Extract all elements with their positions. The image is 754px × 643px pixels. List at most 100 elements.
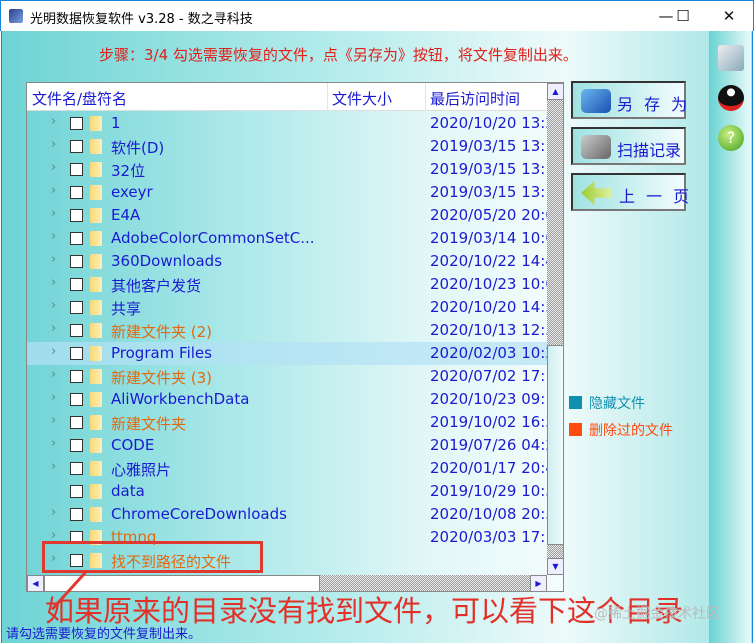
- star-icon: [581, 89, 611, 113]
- scroll-left-button[interactable]: ◀: [27, 575, 44, 591]
- expand-chevron-icon[interactable]: ›: [51, 275, 56, 290]
- main-panel: 步骤：3/4 勾选需要恢复的文件，点《另存为》按钮，将文件复制出来。 文件名/盘…: [1, 31, 753, 643]
- row-checkbox[interactable]: [70, 439, 83, 452]
- row-checkbox[interactable]: [70, 324, 83, 337]
- row-checkbox[interactable]: [70, 370, 83, 383]
- row-checkbox[interactable]: [70, 508, 83, 521]
- file-time: 2020/10/20 13:2: [430, 114, 547, 132]
- save-as-button[interactable]: 另 存 为: [571, 81, 687, 119]
- row-checkbox[interactable]: [70, 462, 83, 475]
- file-name: ChromeCoreDownloads: [111, 505, 287, 523]
- row-checkbox[interactable]: [70, 416, 83, 429]
- file-time: 2020/10/08 20:5: [430, 505, 547, 523]
- row-checkbox[interactable]: [70, 301, 83, 314]
- row-checkbox[interactable]: [70, 485, 83, 498]
- settings-icon[interactable]: [718, 45, 744, 71]
- row-checkbox[interactable]: [70, 347, 83, 360]
- folder-icon: [90, 323, 102, 338]
- file-row[interactable]: › 新建文件夹 (2) 2020/10/13 12:5: [27, 319, 547, 342]
- scroll-up-button[interactable]: ▲: [547, 83, 563, 100]
- file-name: 新建文件夹: [111, 415, 187, 433]
- file-name: 360Downloads: [111, 252, 223, 270]
- file-row[interactable]: › 32位 2019/03/15 13:1: [27, 158, 547, 181]
- expand-chevron-icon[interactable]: ›: [51, 321, 56, 336]
- file-row[interactable]: › E4A 2020/05/20 20:0: [27, 204, 547, 227]
- row-checkbox[interactable]: [70, 117, 83, 130]
- file-row[interactable]: › 心雅照片 2020/01/17 20:4: [27, 457, 547, 480]
- expand-chevron-icon[interactable]: ›: [51, 137, 56, 152]
- expand-chevron-icon[interactable]: ›: [51, 390, 56, 405]
- expand-chevron-icon[interactable]: ›: [51, 413, 56, 428]
- column-size[interactable]: 文件大小: [332, 88, 392, 109]
- scroll-down-button[interactable]: ▼: [547, 558, 563, 575]
- watermark: @稀土掘金技术社区: [594, 606, 720, 622]
- file-row[interactable]: › 360Downloads 2020/10/22 14:4: [27, 250, 547, 273]
- row-checkbox[interactable]: [70, 278, 83, 291]
- file-time: 2019/03/14 10:0: [430, 229, 547, 247]
- folder-icon: [90, 231, 102, 246]
- column-name[interactable]: 文件名/盘符名: [32, 88, 127, 109]
- folder-icon: [90, 369, 102, 384]
- file-row[interactable]: data 2019/10/29 10:5: [27, 480, 547, 503]
- expand-chevron-icon[interactable]: ›: [51, 183, 56, 198]
- help-icon[interactable]: ?: [718, 125, 744, 151]
- file-row[interactable]: › ChromeCoreDownloads 2020/10/08 20:5: [27, 503, 547, 526]
- file-row[interactable]: › exeyr 2019/03/15 13:1: [27, 181, 547, 204]
- annotation-highlight-box: [42, 541, 263, 573]
- row-checkbox[interactable]: [70, 186, 83, 199]
- expand-chevron-icon[interactable]: ›: [51, 252, 56, 267]
- prev-page-button[interactable]: 上 一 页: [571, 173, 689, 211]
- file-row[interactable]: › AdobeColorCommonSetC... 2019/03/14 10:0: [27, 227, 547, 250]
- step-instruction: 步骤：3/4 勾选需要恢复的文件，点《另存为》按钮，将文件复制出来。: [99, 46, 578, 64]
- row-checkbox[interactable]: [70, 255, 83, 268]
- folder-icon: [90, 277, 102, 292]
- file-row[interactable]: › Program Files 2020/02/03 10:2: [27, 342, 547, 365]
- side-toolbar: ?: [709, 31, 751, 643]
- file-row[interactable]: › CODE 2019/07/26 04:2: [27, 434, 547, 457]
- expand-chevron-icon[interactable]: ›: [51, 298, 56, 313]
- expand-chevron-icon[interactable]: ›: [51, 160, 56, 175]
- file-time: 2020/03/03 17:1: [430, 528, 547, 546]
- scan-record-button[interactable]: 扫描记录: [571, 127, 686, 165]
- file-row[interactable]: › 新建文件夹 2019/10/02 16:3: [27, 411, 547, 434]
- file-name: 新建文件夹 (2): [111, 323, 213, 341]
- expand-chevron-icon[interactable]: ›: [51, 229, 56, 244]
- file-time: 2020/07/02 17:1: [430, 367, 547, 385]
- expand-chevron-icon[interactable]: ›: [51, 436, 56, 451]
- folder-icon: [90, 300, 102, 315]
- row-checkbox[interactable]: [70, 163, 83, 176]
- expand-chevron-icon[interactable]: ›: [51, 505, 56, 520]
- vertical-scrollbar[interactable]: ▲ ▼: [547, 83, 563, 575]
- file-name: 32位: [111, 162, 146, 180]
- maximize-button[interactable]: ☐: [663, 5, 703, 27]
- expand-chevron-icon[interactable]: ›: [51, 114, 56, 129]
- file-row[interactable]: › 软件(D) 2019/03/15 13:1: [27, 135, 547, 158]
- file-time: 2020/10/23 10:0: [430, 275, 547, 293]
- qq-icon[interactable]: [718, 85, 744, 111]
- file-row[interactable]: › 其他客户发货 2020/10/23 10:0: [27, 273, 547, 296]
- close-button[interactable]: ✕: [709, 5, 749, 27]
- expand-chevron-icon[interactable]: ›: [51, 459, 56, 474]
- file-row[interactable]: › 共享 2020/10/20 14:3: [27, 296, 547, 319]
- file-time: 2020/05/20 20:0: [430, 206, 547, 224]
- row-checkbox[interactable]: [70, 232, 83, 245]
- file-name: 共享: [111, 300, 142, 318]
- column-time[interactable]: 最后访问时间: [430, 88, 520, 109]
- row-checkbox[interactable]: [70, 209, 83, 222]
- row-checkbox[interactable]: [70, 140, 83, 153]
- file-time: 2020/01/17 20:4: [430, 459, 547, 477]
- expand-chevron-icon[interactable]: ›: [51, 206, 56, 221]
- expand-chevron-icon[interactable]: ›: [51, 367, 56, 382]
- folder-icon: [90, 162, 102, 177]
- folder-icon: [90, 507, 102, 522]
- folder-icon: [90, 254, 102, 269]
- vertical-scroll-thumb[interactable]: [547, 345, 563, 545]
- expand-chevron-icon[interactable]: ›: [51, 344, 56, 359]
- row-checkbox[interactable]: [70, 393, 83, 406]
- folder-icon: [90, 484, 102, 499]
- file-row[interactable]: › 1 2020/10/20 13:2: [27, 112, 547, 135]
- file-rows: › 1 2020/10/20 13:2 › 软件(D) 2019/03/15 13:1 › 3…: [27, 112, 547, 572]
- back-arrow-icon: [581, 181, 611, 205]
- file-row[interactable]: › 新建文件夹 (3) 2020/07/02 17:1: [27, 365, 547, 388]
- file-row[interactable]: › AliWorkbenchData 2020/10/23 09:1: [27, 388, 547, 411]
